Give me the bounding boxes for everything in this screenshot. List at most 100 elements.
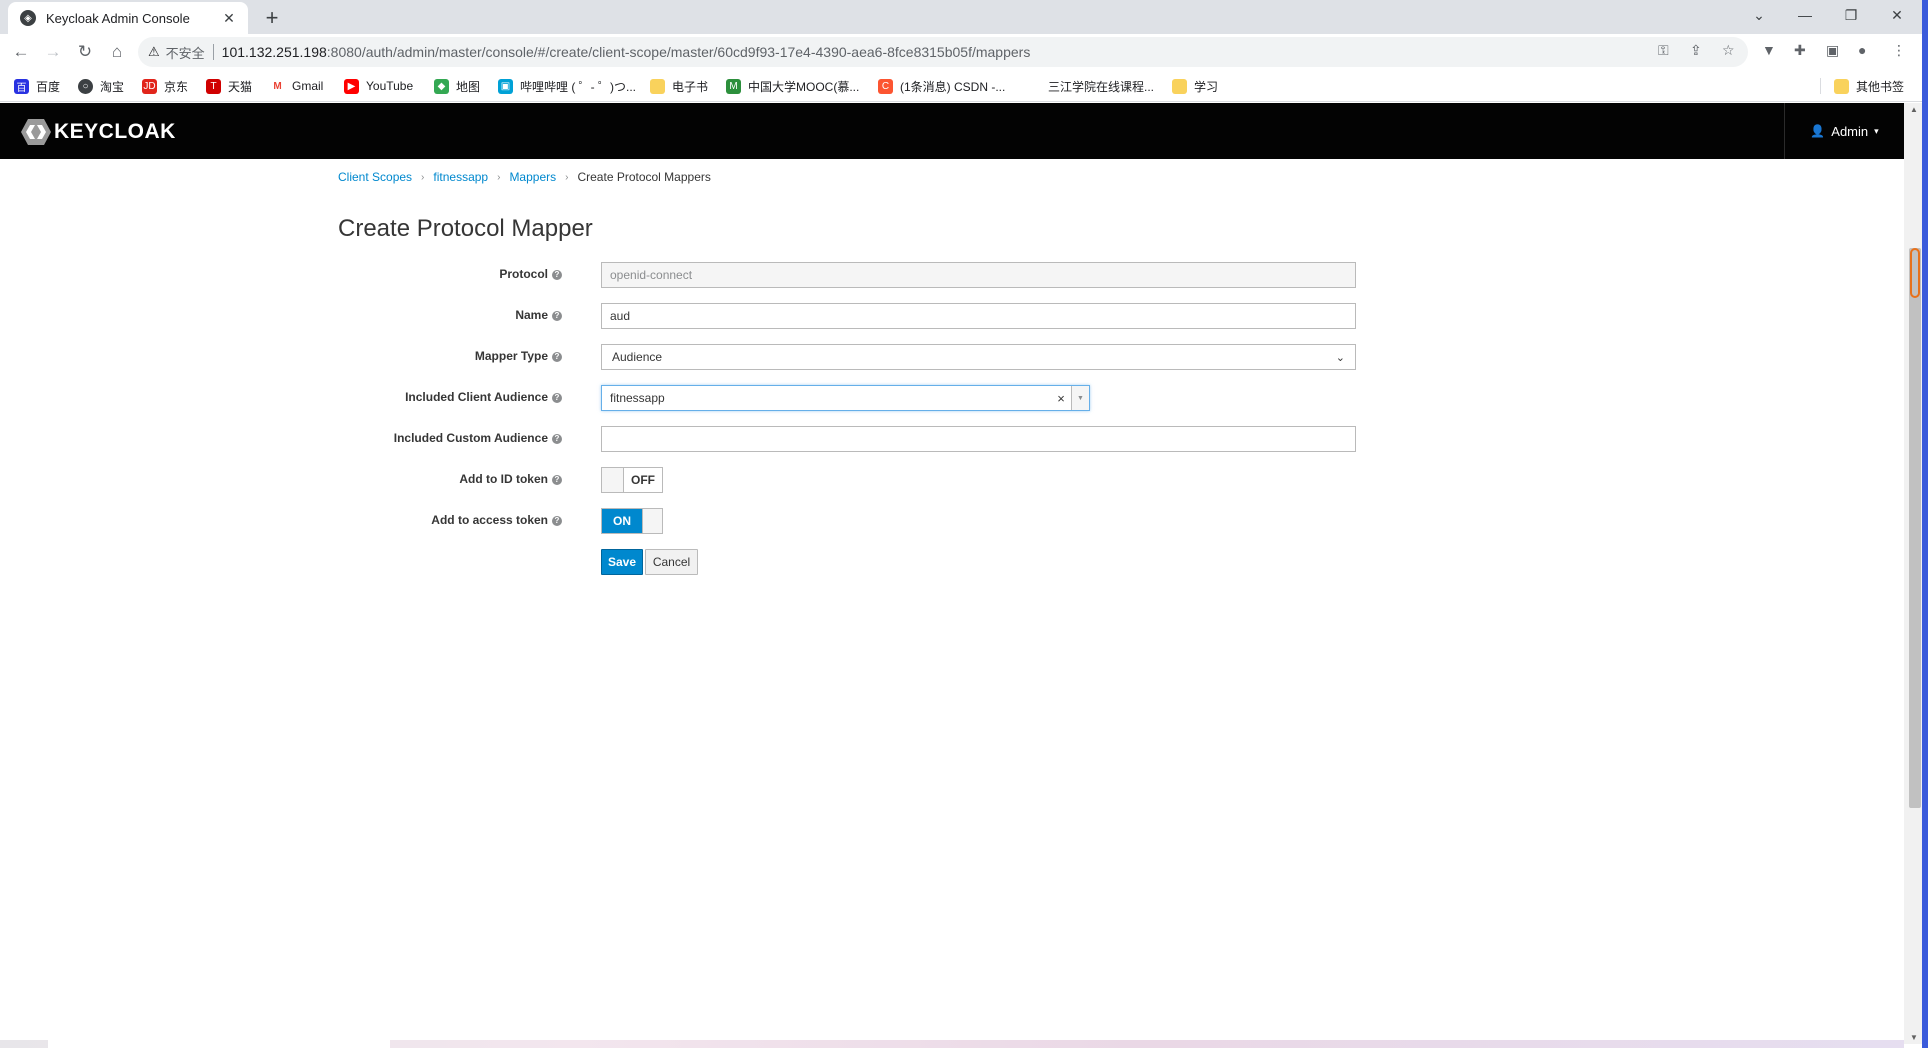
other-bookmarks-folder[interactable]: 其他书签 — [1834, 76, 1904, 96]
browser-menu-icon[interactable]: ⋮ — [1892, 42, 1906, 59]
help-icon[interactable]: ? — [552, 269, 562, 280]
bookmark-study-folder[interactable]: 学习 — [1172, 76, 1218, 96]
bookmark-csdn[interactable]: C (1条消息) CSDN -... — [878, 76, 1005, 96]
help-icon[interactable]: ? — [552, 474, 562, 485]
tab-search-icon[interactable]: ⌄ — [1736, 0, 1782, 30]
baidu-icon: 百 — [14, 78, 29, 94]
save-button[interactable]: Save — [601, 549, 643, 575]
minimize-window-icon[interactable]: — — [1782, 0, 1828, 30]
back-arrow-icon[interactable]: ← — [8, 40, 34, 64]
help-icon[interactable]: ? — [552, 351, 562, 362]
folder-icon — [1172, 78, 1187, 94]
bookmark-label: YouTube — [366, 79, 414, 93]
dropdown-arrow-icon[interactable]: ▼ — [1071, 386, 1089, 410]
bookmark-youtube[interactable]: ▶ YouTube — [344, 76, 413, 96]
protocol-label-text: Protocol — [499, 267, 548, 281]
close-window-icon[interactable]: ✕ — [1874, 0, 1920, 30]
bookmark-taobao[interactable]: ○ 淘宝 — [78, 76, 124, 96]
chevron-down-icon: ⌄ — [1335, 351, 1345, 364]
profile-icon[interactable]: ● — [1858, 42, 1866, 58]
window-edge — [1922, 0, 1928, 1048]
keycloak-hexagon-icon — [21, 119, 51, 145]
included-custom-audience-field[interactable] — [601, 426, 1356, 452]
mapper-type-select[interactable]: Audience ⌄ — [601, 344, 1356, 370]
name-label: Name? — [332, 308, 562, 322]
bookmark-mooc[interactable]: M 中国大学MOOC(慕... — [726, 76, 859, 96]
mooc-icon: M — [726, 78, 741, 94]
help-icon[interactable]: ? — [552, 310, 562, 321]
clear-selection-icon[interactable]: × — [1051, 391, 1071, 406]
name-field[interactable]: aud — [601, 303, 1356, 329]
bookmark-label: 百度 — [36, 79, 61, 94]
address-bar[interactable]: ⚠ 不安全 101.132.251.198:8080/auth/admin/ma… — [138, 37, 1748, 67]
included-client-audience-value: fitnessapp — [610, 391, 665, 405]
add-to-id-token-label-text: Add to ID token — [459, 472, 548, 486]
add-to-access-token-toggle[interactable]: ON — [601, 508, 663, 534]
browser-tab[interactable]: ◈ Keycloak Admin Console ✕ — [8, 2, 248, 34]
globe-icon: ○ — [78, 78, 93, 94]
included-client-audience-label-text: Included Client Audience — [405, 390, 548, 404]
user-icon: 👤 — [1810, 124, 1826, 138]
toggle-state-on: ON — [602, 509, 642, 533]
breadcrumb-separator-icon: › — [497, 171, 501, 183]
bookmark-ebook-folder[interactable]: 电子书 — [650, 76, 708, 96]
bookmark-tmall[interactable]: T 天猫 — [206, 76, 252, 96]
side-accent-marker — [1910, 248, 1920, 298]
breadcrumb-fitnessapp[interactable]: fitnessapp — [433, 170, 488, 184]
restore-window-icon[interactable]: ❐ — [1828, 0, 1874, 30]
help-icon[interactable]: ? — [552, 515, 562, 526]
share-icon[interactable]: ⇪ — [1690, 42, 1702, 59]
scroll-up-arrow-icon[interactable]: ▲ — [1910, 105, 1918, 114]
new-tab-button[interactable]: + — [258, 4, 286, 32]
included-custom-audience-label-text: Included Custom Audience — [393, 431, 548, 445]
bookmark-maps[interactable]: ◆ 地图 — [434, 76, 480, 96]
breadcrumb-mappers[interactable]: Mappers — [509, 170, 556, 184]
tab-title: Keycloak Admin Console — [46, 10, 190, 26]
bookmark-jd[interactable]: JD 京东 — [142, 76, 188, 96]
breadcrumb-separator-icon: › — [421, 171, 425, 183]
close-tab-icon[interactable]: ✕ — [220, 10, 238, 27]
page-title: Create Protocol Mapper — [338, 215, 593, 242]
bookmark-label: 三江学院在线课程... — [1048, 79, 1155, 94]
bookmark-label: 电子书 — [672, 79, 709, 94]
bookmark-gmail[interactable]: M Gmail — [270, 76, 323, 96]
bookmark-baidu[interactable]: 百百度 — [14, 76, 60, 96]
home-icon[interactable]: ⌂ — [104, 40, 130, 64]
included-client-audience-combobox[interactable]: fitnessapp × ▼ — [601, 385, 1090, 411]
cancel-button[interactable]: Cancel — [645, 549, 698, 575]
not-secure-warning-icon[interactable]: ⚠ — [148, 44, 160, 60]
keycloak-logo[interactable]: KEYCLOAK — [20, 118, 176, 146]
admin-user-menu[interactable]: 👤 Admin ▾ — [1784, 103, 1904, 159]
taskbar-segment — [48, 1040, 390, 1048]
bookmark-star-icon[interactable]: ☆ — [1722, 42, 1735, 59]
bookmark-label: 京东 — [164, 79, 189, 94]
scrollbar-thumb[interactable] — [1909, 248, 1921, 808]
add-to-access-token-label-text: Add to access token — [431, 513, 548, 527]
bookmark-bilibili[interactable]: ▣ 哔哩哔哩 ( ゜- ゜)つ... — [498, 76, 636, 96]
folder-icon — [1834, 78, 1849, 94]
forward-arrow-icon[interactable]: → — [40, 40, 66, 64]
bookmark-sanjiang[interactable]: 三江学院在线课程... — [1026, 76, 1154, 96]
bookmark-label: 学习 — [1194, 79, 1219, 94]
add-to-id-token-toggle[interactable]: OFF — [601, 467, 663, 493]
bookmark-label: 中国大学MOOC(慕... — [748, 79, 860, 94]
scroll-down-arrow-icon[interactable]: ▼ — [1910, 1033, 1918, 1042]
help-icon[interactable]: ? — [552, 433, 562, 444]
not-secure-label[interactable]: 不安全 — [166, 43, 205, 62]
bookmark-label: Gmail — [292, 79, 324, 93]
toggle-handle — [642, 509, 662, 533]
side-panel-icon[interactable]: ▣ — [1826, 42, 1839, 59]
protocol-label: Protocol? — [332, 267, 562, 281]
protocol-field: openid-connect — [601, 262, 1356, 288]
url-path: :8080/auth/admin/master/console/#/create… — [326, 44, 1031, 60]
bookmarks-bar: 百百度 ○ 淘宝 JD 京东 T 天猫 M Gmail ▶ YouTube ◆ 地图 ▣ 哔哩… — [0, 70, 1928, 102]
help-icon[interactable]: ? — [552, 392, 562, 403]
admin-user-label: Admin — [1831, 123, 1869, 139]
browser-tab-strip: ◈ Keycloak Admin Console ✕ + ⌄ — ❐ ✕ — [0, 0, 1928, 34]
key-icon[interactable]: ⚿ — [1658, 42, 1669, 59]
breadcrumb-client-scopes[interactable]: Client Scopes — [338, 170, 412, 184]
maps-icon: ◆ — [434, 78, 449, 94]
reload-icon[interactable]: ↻ — [72, 40, 98, 64]
extension-v-icon[interactable]: ▼ — [1762, 42, 1776, 58]
extensions-puzzle-icon[interactable]: ✚ — [1794, 42, 1806, 59]
